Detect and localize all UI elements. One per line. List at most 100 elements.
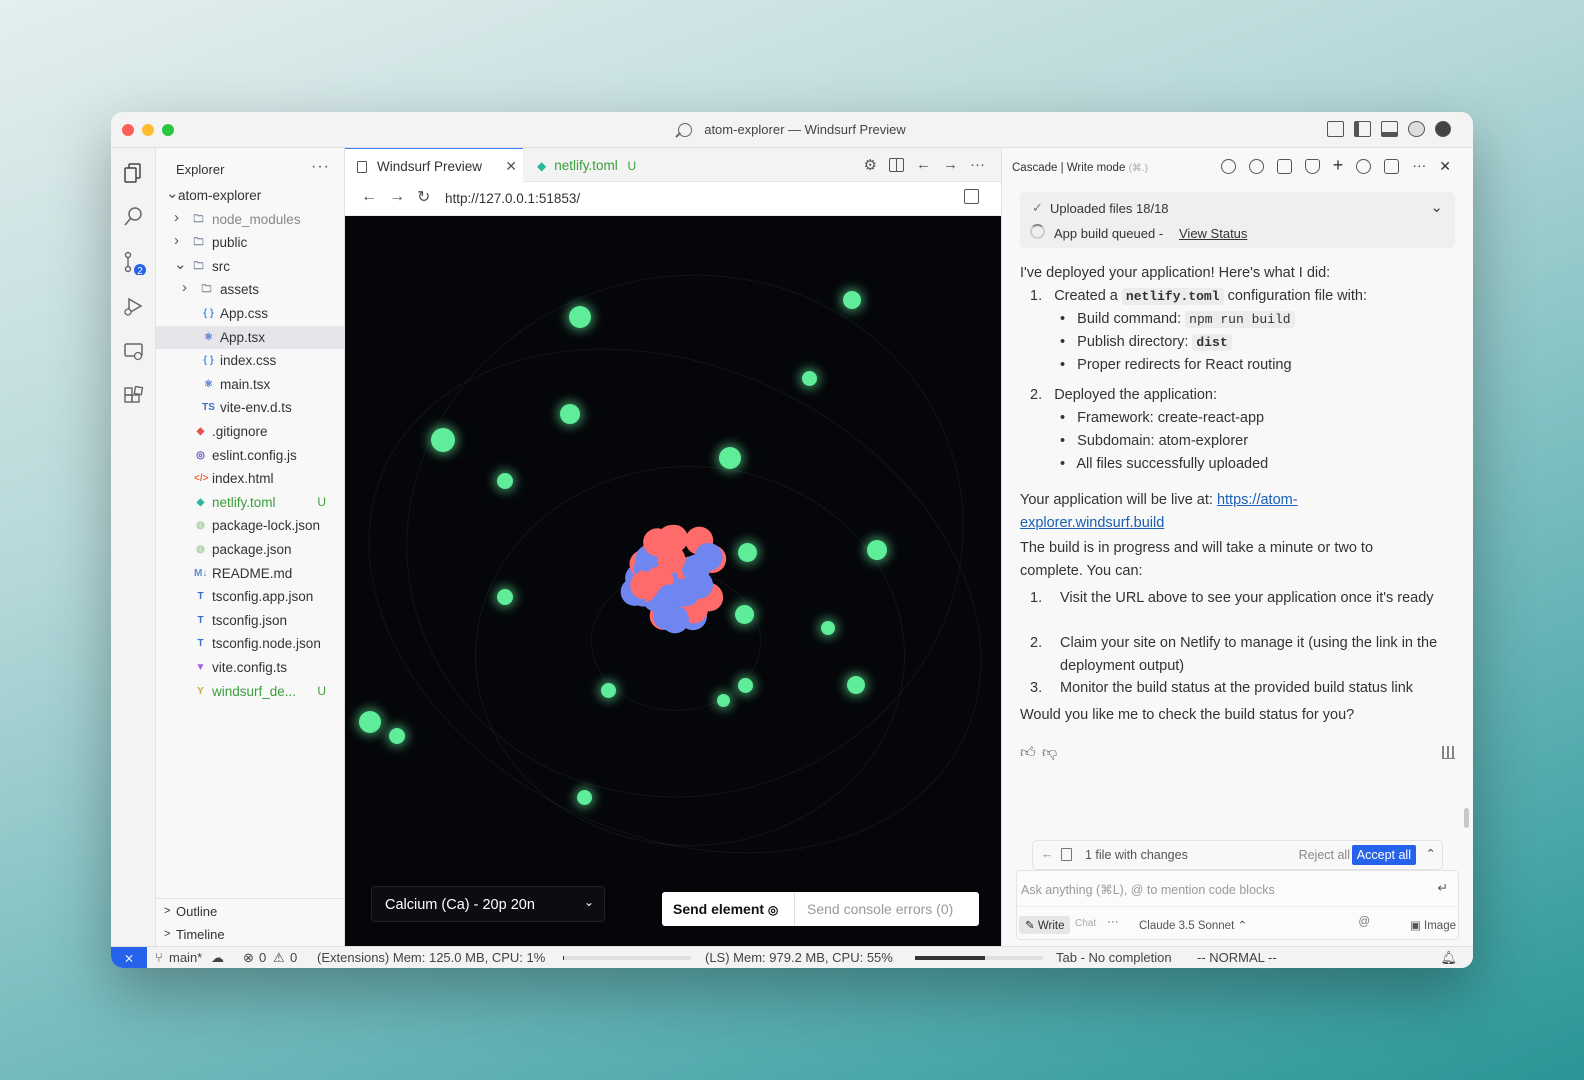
remote-indicator[interactable]: ⨯ [111, 947, 147, 968]
chat-input[interactable]: Ask anything (⌘L), @ to mention code blo… [1016, 870, 1459, 940]
thumbs-down-icon[interactable]: 👎︎ [1042, 744, 1057, 762]
element-select[interactable]: Calcium (Ca) - 20p 20n ⌄ [371, 886, 605, 922]
tree-item-tsconfig-app-json[interactable]: Ttsconfig.app.json [156, 585, 344, 608]
more-icon[interactable]: ··· [1412, 158, 1426, 174]
bell-icon[interactable]: 🔔︎ [1440, 950, 1457, 966]
preview-canvas[interactable]: Calcium (Ca) - 20p 20n ⌄ Send element ◎ … [345, 216, 1001, 946]
history-icon[interactable] [1356, 159, 1372, 174]
send-element-button[interactable]: Send element ◎ [662, 892, 795, 926]
step-1: 1. Created a netlify.toml configuration … [1030, 288, 1367, 305]
send-console-errors-button[interactable]: Send console errors (0) [795, 892, 953, 926]
forward-arrow-icon[interactable]: → [389, 188, 405, 206]
warning-count[interactable]: 0 [290, 950, 297, 965]
cascade-toggle-icon[interactable] [1408, 121, 1425, 137]
settings-gear-icon[interactable]: ⚙ [864, 156, 877, 174]
arrow-right-icon[interactable]: → [943, 156, 958, 174]
tree-item-atom-explorer[interactable]: ⌄ atom-explorer [156, 184, 344, 207]
tree-item-main-tsx[interactable]: ⚛ main.tsx [156, 373, 344, 396]
ts-file-icon: TS [202, 402, 215, 414]
remote-explorer-icon[interactable] [123, 341, 144, 362]
sync-icon[interactable]: ☁ [211, 950, 224, 966]
tree-item-package-json[interactable]: ◍ package.json [156, 538, 344, 561]
eslint-file-icon: ◎ [196, 449, 205, 461]
tree-item-vite-env-d-ts[interactable]: TS vite-env.d.ts [156, 396, 344, 419]
run-debug-icon[interactable] [123, 296, 144, 317]
arrow-left-icon[interactable]: ← [916, 156, 931, 174]
layout-icon[interactable] [1327, 121, 1344, 137]
tab-netlify-toml[interactable]: ◆ netlify.toml U [525, 148, 655, 182]
back-arrow-icon[interactable]: ← [361, 188, 377, 206]
electron [576, 789, 592, 805]
write-mode-button[interactable]: ✎ Write [1019, 916, 1071, 934]
title-bar: atom-explorer — Windsurf Preview [111, 112, 1473, 148]
avatar[interactable] [1435, 121, 1451, 137]
mention-icon[interactable]: @ [1358, 916, 1370, 928]
bullet-publish-dir: • Publish directory: dist [1020, 331, 1455, 355]
window-title[interactable]: atom-explorer — Windsurf Preview [111, 122, 1473, 137]
outline-section[interactable]: > Outline [156, 898, 344, 922]
tree-item-app-tsx[interactable]: ⚛ App.tsx [156, 325, 344, 349]
toggle-panel-icon[interactable] [1381, 121, 1398, 137]
accept-all-button[interactable]: Accept all [1351, 845, 1416, 865]
bullet-build-command: • Build command: npm run build [1020, 308, 1455, 332]
enter-icon[interactable]: ↵ [1438, 880, 1448, 895]
tree-item-netlify-toml[interactable]: ◆ netlify.toml U [156, 491, 344, 514]
url-input[interactable]: http://127.0.0.1:51853/ [445, 191, 580, 206]
tree-item-tsconfig-node-json[interactable]: Ttsconfig.node.json [156, 632, 344, 655]
timeline-section[interactable]: > Timeline [156, 922, 344, 946]
tools-icon[interactable] [1276, 159, 1292, 174]
chevron-down-icon[interactable]: ⌄ [1430, 198, 1443, 216]
tree-item-windsurf-de-[interactable]: Ywindsurf_de... U [156, 680, 344, 703]
chevron-down-icon: ⌄ [174, 255, 187, 273]
plus-icon[interactable]: + [1333, 156, 1344, 174]
extensions-icon[interactable] [123, 385, 144, 407]
thumbs-up-icon[interactable]: 👍︎ [1020, 744, 1036, 762]
toggle-sidebar-icon[interactable] [1354, 121, 1371, 137]
chat-mode-button[interactable]: Chat [1075, 918, 1096, 929]
tab-windsurf-preview[interactable]: Windsurf Preview ✕ [345, 148, 523, 182]
image-button[interactable]: ▣ Image [1410, 918, 1456, 932]
close-tab-icon[interactable]: ✕ [505, 158, 517, 175]
tree-item-public[interactable]: › 🗀 public [156, 231, 344, 254]
more-icon[interactable]: ··· [970, 156, 985, 174]
scrollbar[interactable] [1464, 808, 1469, 828]
explorer-icon[interactable] [123, 162, 144, 183]
bug-icon[interactable] [1248, 159, 1264, 174]
tree-item-node-modules[interactable]: › 🗀 node_modules [156, 208, 344, 231]
stats-icon[interactable] [1442, 746, 1455, 759]
reject-all-button[interactable]: Reject all [1299, 848, 1350, 862]
link-icon[interactable] [1220, 159, 1236, 174]
tree-item-index-css[interactable]: { } index.css [156, 349, 344, 372]
shield-icon[interactable] [1304, 159, 1320, 174]
close-panel-icon[interactable]: ✕ [1439, 159, 1451, 174]
chevron-up-icon[interactable]: ⌃ [1426, 846, 1436, 861]
search-icon[interactable] [123, 206, 144, 227]
tree-item-label: README.md [212, 565, 293, 581]
tree-item-package-lock-json[interactable]: ◍ package-lock.json [156, 514, 344, 537]
reload-icon[interactable]: ↻ [417, 187, 430, 207]
tree-item-vite-config-ts[interactable]: ▼ vite.config.ts [156, 656, 344, 679]
tree-item-index-html[interactable]: </> index.html [156, 467, 344, 490]
book-icon[interactable] [1384, 159, 1400, 174]
model-selector[interactable]: Claude 3.5 Sonnet ⌃ [1139, 918, 1247, 932]
tree-item-eslint-config-js[interactable]: ◎ eslint.config.js [156, 444, 344, 467]
more-actions-icon[interactable]: ··· [311, 158, 330, 176]
tree-item-assets[interactable]: › 🗀 assets [156, 278, 344, 301]
tree-item--gitignore[interactable]: ◆ .gitignore [156, 420, 344, 443]
split-editor-icon[interactable] [889, 158, 904, 172]
file-icon [357, 161, 367, 173]
source-control-icon[interactable]: 2 [123, 251, 146, 277]
error-count[interactable]: 0 [259, 950, 266, 965]
folder-file-icon: 🗀 [201, 284, 212, 296]
completion-status[interactable]: Tab - No completion [1056, 950, 1172, 965]
tree-item-app-css[interactable]: { } App.css [156, 302, 344, 325]
branch-name[interactable]: main* [169, 950, 202, 965]
tree-item-tsconfig-json[interactable]: Ttsconfig.json [156, 609, 344, 632]
open-external-icon[interactable] [964, 189, 979, 204]
tree-item-src[interactable]: ⌄ 🗀 src [156, 255, 344, 278]
electron [359, 711, 381, 733]
arrow-left-icon[interactable]: ← [1041, 847, 1054, 861]
view-status-link[interactable]: View Status [1179, 226, 1247, 241]
tree-item-readme-md[interactable]: M↓ README.md [156, 562, 344, 585]
more-icon[interactable]: ··· [1107, 916, 1119, 928]
